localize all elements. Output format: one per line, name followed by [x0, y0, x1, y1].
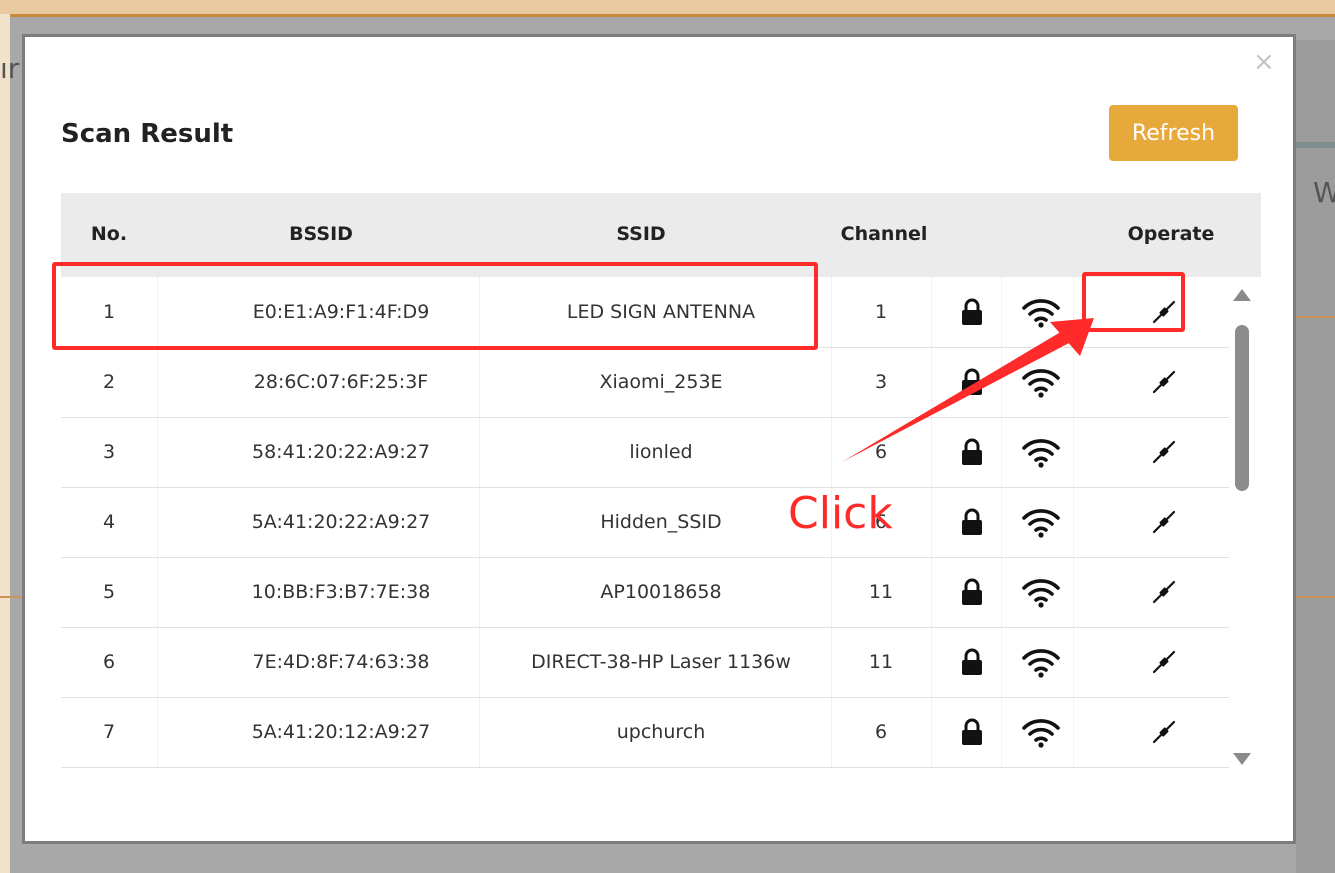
arrow-shaft — [842, 330, 1071, 462]
annotation-arrow — [842, 318, 1094, 462]
click-annotation-label: Click — [788, 488, 893, 539]
